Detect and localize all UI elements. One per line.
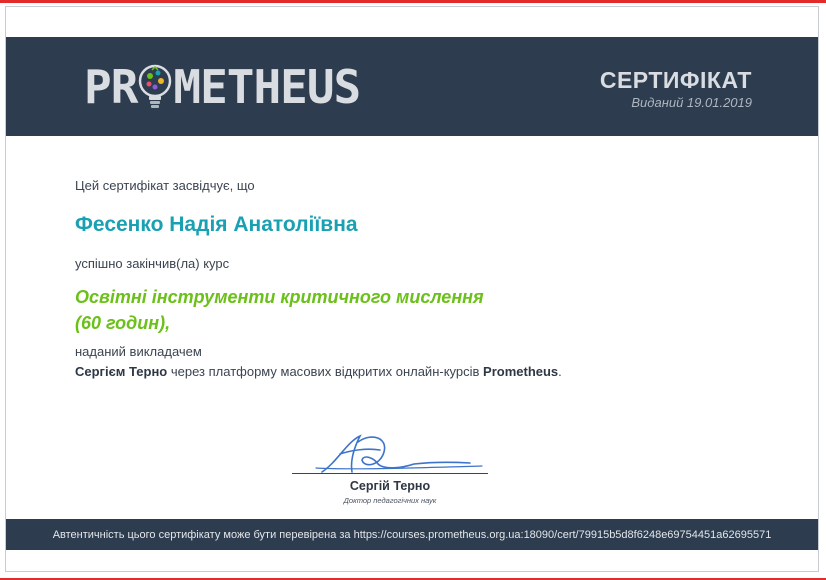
provided-by-text: наданий викладачем	[75, 344, 202, 359]
sentence-end: .	[558, 364, 562, 379]
platform-text: через платформу масових відкритих онлайн…	[167, 364, 484, 379]
signer-name: Сергій Терно	[349, 479, 431, 493]
certificate-title: СЕРТИФІКАТ	[599, 67, 752, 93]
lightbulb-icon	[138, 62, 172, 112]
logo-text-left: PR	[84, 60, 138, 114]
course-name: Освітні інструменти критичного мислення …	[75, 284, 484, 336]
window-top-border	[0, 0, 826, 3]
logo-text-right: METHEUS	[173, 60, 361, 114]
course-title: Освітні інструменти критичного мислення	[75, 287, 484, 307]
signature-line	[292, 473, 488, 474]
certificate-header: PR METHEUS СЕРТИФІКАТ Виданий 19.01.2019	[6, 37, 818, 136]
intro-text: Цей сертифікат засвідчує, що	[75, 178, 255, 193]
prometheus-logo: PR METHEUS	[84, 60, 361, 114]
issue-date: Виданий 19.01.2019	[631, 95, 752, 110]
signer-title: Доктор педагогічних наук	[343, 496, 437, 505]
platform-name: Prometheus	[483, 364, 559, 379]
recipient-name: Фесенко Надія Анатоліївна	[75, 213, 358, 236]
instructor-line: Сергієм Терно через платформу масових ві…	[75, 364, 562, 379]
instructor-name: Сергієм Терно	[75, 364, 168, 379]
completed-text: успішно закінчив(ла) курс	[75, 256, 230, 271]
verification-footer: Автентичність цього сертифікату може бут…	[6, 519, 818, 550]
signature-image	[292, 432, 492, 478]
verification-text: Автентичність цього сертифікату може бут…	[52, 528, 772, 541]
course-hours: (60 годин),	[75, 313, 171, 333]
